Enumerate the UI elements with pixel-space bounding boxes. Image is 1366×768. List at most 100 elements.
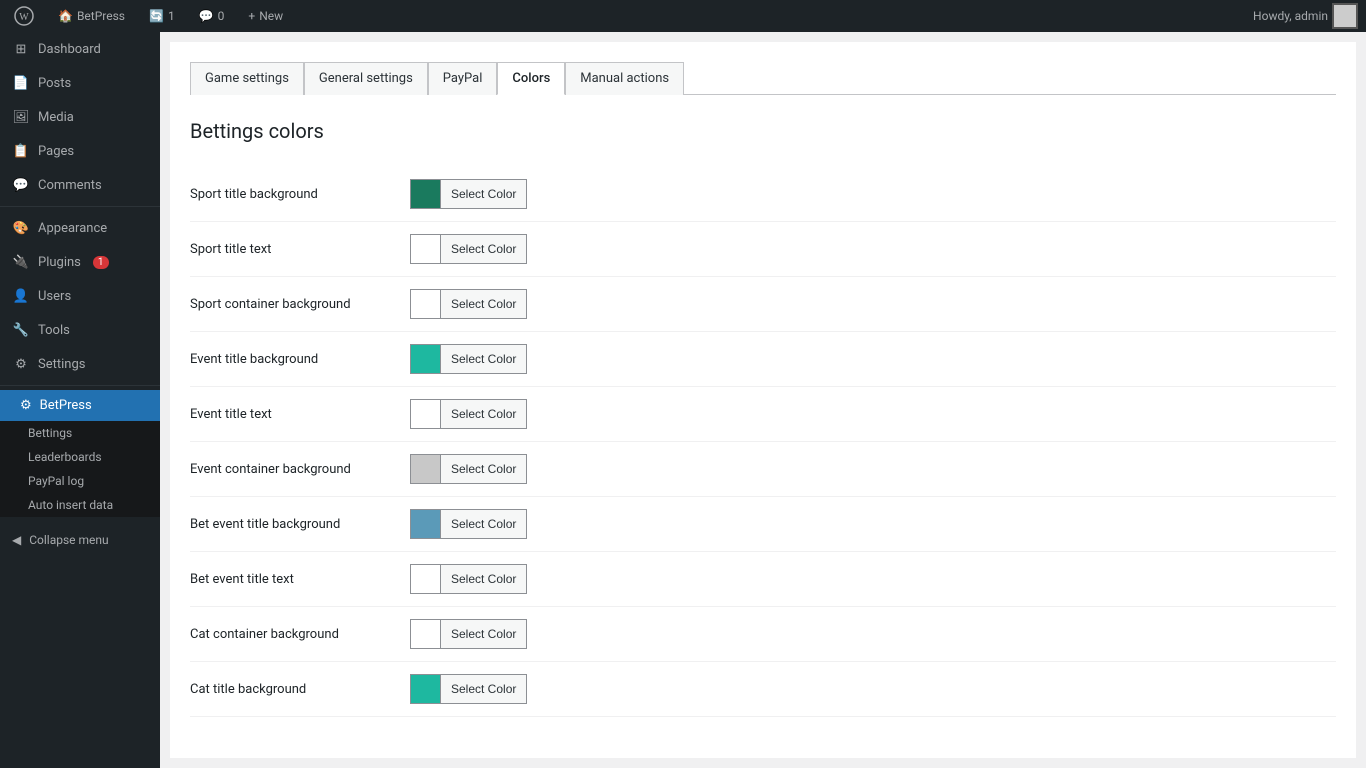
select-color-btn-cat-container-bg[interactable]: Select Color [440,619,527,649]
sidebar-sub-leaderboards[interactable]: Leaderboards [0,445,160,469]
color-picker-sport-title-text: Select Color [410,234,527,264]
topbar: W 🏠 BetPress 🔄 1 💬 0 + New Howdy, admin [0,0,1366,32]
topbar-left: W 🏠 BetPress 🔄 1 💬 0 + New [8,0,289,32]
plus-icon: + [248,9,255,23]
color-swatch-bet-event-title-text[interactable] [410,564,440,594]
tab-paypal[interactable]: PayPal [428,62,498,95]
color-picker-sport-title-bg: Select Color [410,179,527,209]
select-color-btn-event-title-text[interactable]: Select Color [440,399,527,429]
color-swatch-event-container-bg[interactable] [410,454,440,484]
color-label-sport-title-bg: Sport title background [190,187,410,202]
color-row: Sport container background Select Color [190,277,1336,332]
tab-game-settings[interactable]: Game settings [190,62,304,95]
collapse-menu-item[interactable]: ◀ Collapse menu [0,525,160,555]
color-label-bet-event-title-bg: Bet event title background [190,517,410,532]
color-label-event-title-bg: Event title background [190,352,410,367]
howdy-text: Howdy, admin [1253,9,1328,23]
sidebar-sub-bettings[interactable]: Bettings [0,421,160,445]
layout: ⊞ Dashboard 📄 Posts 🖼 Media 📋 Pages 💬 Co… [0,32,1366,768]
color-swatch-sport-title-text[interactable] [410,234,440,264]
color-swatch-sport-title-bg[interactable] [410,179,440,209]
color-picker-event-title-bg: Select Color [410,344,527,374]
updates-item[interactable]: 🔄 1 [143,0,181,32]
users-icon: 👤 [12,287,30,305]
sidebar-item-label: Media [38,110,74,125]
select-color-btn-sport-title-bg[interactable]: Select Color [440,179,527,209]
site-name-item[interactable]: 🏠 BetPress [52,0,131,32]
betpress-menu-item[interactable]: ⚙ BetPress [0,390,160,421]
wp-logo-item[interactable]: W [8,0,40,32]
pages-icon: 📋 [12,142,30,160]
comments-icon: 💬 [199,9,214,23]
color-picker-event-title-text: Select Color [410,399,527,429]
color-row: Bet event title text Select Color [190,552,1336,607]
select-color-btn-bet-event-title-text[interactable]: Select Color [440,564,527,594]
color-picker-event-container-bg: Select Color [410,454,527,484]
color-picker-cat-title-bg: Select Color [410,674,527,704]
betpress-submenu: Bettings Leaderboards PayPal log Auto in… [0,421,160,517]
color-row: Cat title background Select Color [190,662,1336,717]
color-row: Event container background Select Color [190,442,1336,497]
sidebar-item-tools[interactable]: 🔧 Tools [0,313,160,347]
sidebar-item-settings[interactable]: ⚙ Settings [0,347,160,381]
media-icon: 🖼 [12,108,30,126]
select-color-btn-bet-event-title-bg[interactable]: Select Color [440,509,527,539]
sidebar-item-users[interactable]: 👤 Users [0,279,160,313]
comments-item[interactable]: 💬 0 [193,0,231,32]
main-content: Game settings General settings PayPal Co… [160,32,1366,768]
tab-manual-actions[interactable]: Manual actions [565,62,684,95]
tools-icon: 🔧 [12,321,30,339]
sidebar-item-label: Posts [38,76,71,91]
site-name: BetPress [77,9,125,23]
color-rows-container: Sport title background Select Color Spor… [190,167,1336,717]
color-row: Sport title background Select Color [190,167,1336,222]
collapse-label: Collapse menu [29,533,108,547]
betpress-section: ⚙ BetPress Bettings Leaderboards PayPal … [0,390,160,517]
color-row: Event title background Select Color [190,332,1336,387]
content-inner: Game settings General settings PayPal Co… [170,42,1356,758]
sidebar-item-appearance[interactable]: 🎨 Appearance [0,211,160,245]
topbar-right: Howdy, admin [1253,3,1358,29]
select-color-btn-sport-title-text[interactable]: Select Color [440,234,527,264]
sidebar-item-label: Tools [38,323,70,338]
select-color-btn-event-title-bg[interactable]: Select Color [440,344,527,374]
color-row: Cat container background Select Color [190,607,1336,662]
tabs-container: Game settings General settings PayPal Co… [190,62,1336,95]
comments-sidebar-icon: 💬 [12,176,30,194]
sidebar: ⊞ Dashboard 📄 Posts 🖼 Media 📋 Pages 💬 Co… [0,32,160,768]
sidebar-item-pages[interactable]: 📋 Pages [0,134,160,168]
sidebar-item-posts[interactable]: 📄 Posts [0,66,160,100]
color-swatch-cat-title-bg[interactable] [410,674,440,704]
sidebar-item-dashboard[interactable]: ⊞ Dashboard [0,32,160,66]
color-swatch-sport-container-bg[interactable] [410,289,440,319]
sidebar-sub-auto-insert[interactable]: Auto insert data [0,493,160,517]
site-icon: 🏠 [58,9,73,23]
new-item[interactable]: + New [242,0,289,32]
color-swatch-bet-event-title-bg[interactable] [410,509,440,539]
color-swatch-event-title-text[interactable] [410,399,440,429]
dashboard-icon: ⊞ [12,40,30,58]
color-swatch-cat-container-bg[interactable] [410,619,440,649]
select-color-btn-sport-container-bg[interactable]: Select Color [440,289,527,319]
avatar[interactable] [1332,3,1358,29]
select-color-btn-event-container-bg[interactable]: Select Color [440,454,527,484]
color-picker-bet-event-title-bg: Select Color [410,509,527,539]
plugins-badge: 1 [93,256,109,269]
betpress-icon: ⚙ [20,398,32,413]
color-swatch-event-title-bg[interactable] [410,344,440,374]
sidebar-menu: ⊞ Dashboard 📄 Posts 🖼 Media 📋 Pages 💬 Co… [0,32,160,202]
sidebar-item-media[interactable]: 🖼 Media [0,100,160,134]
posts-icon: 📄 [12,74,30,92]
color-label-event-container-bg: Event container background [190,462,410,477]
color-picker-cat-container-bg: Select Color [410,619,527,649]
color-row: Bet event title background Select Color [190,497,1336,552]
tab-general-settings[interactable]: General settings [304,62,428,95]
color-row: Event title text Select Color [190,387,1336,442]
sidebar-sub-paypal-log[interactable]: PayPal log [0,469,160,493]
updates-count: 1 [168,9,175,23]
tab-colors[interactable]: Colors [497,62,565,95]
sidebar-item-plugins[interactable]: 🔌 Plugins 1 [0,245,160,279]
page-title: Bettings colors [190,119,1336,143]
select-color-btn-cat-title-bg[interactable]: Select Color [440,674,527,704]
sidebar-item-comments[interactable]: 💬 Comments [0,168,160,202]
